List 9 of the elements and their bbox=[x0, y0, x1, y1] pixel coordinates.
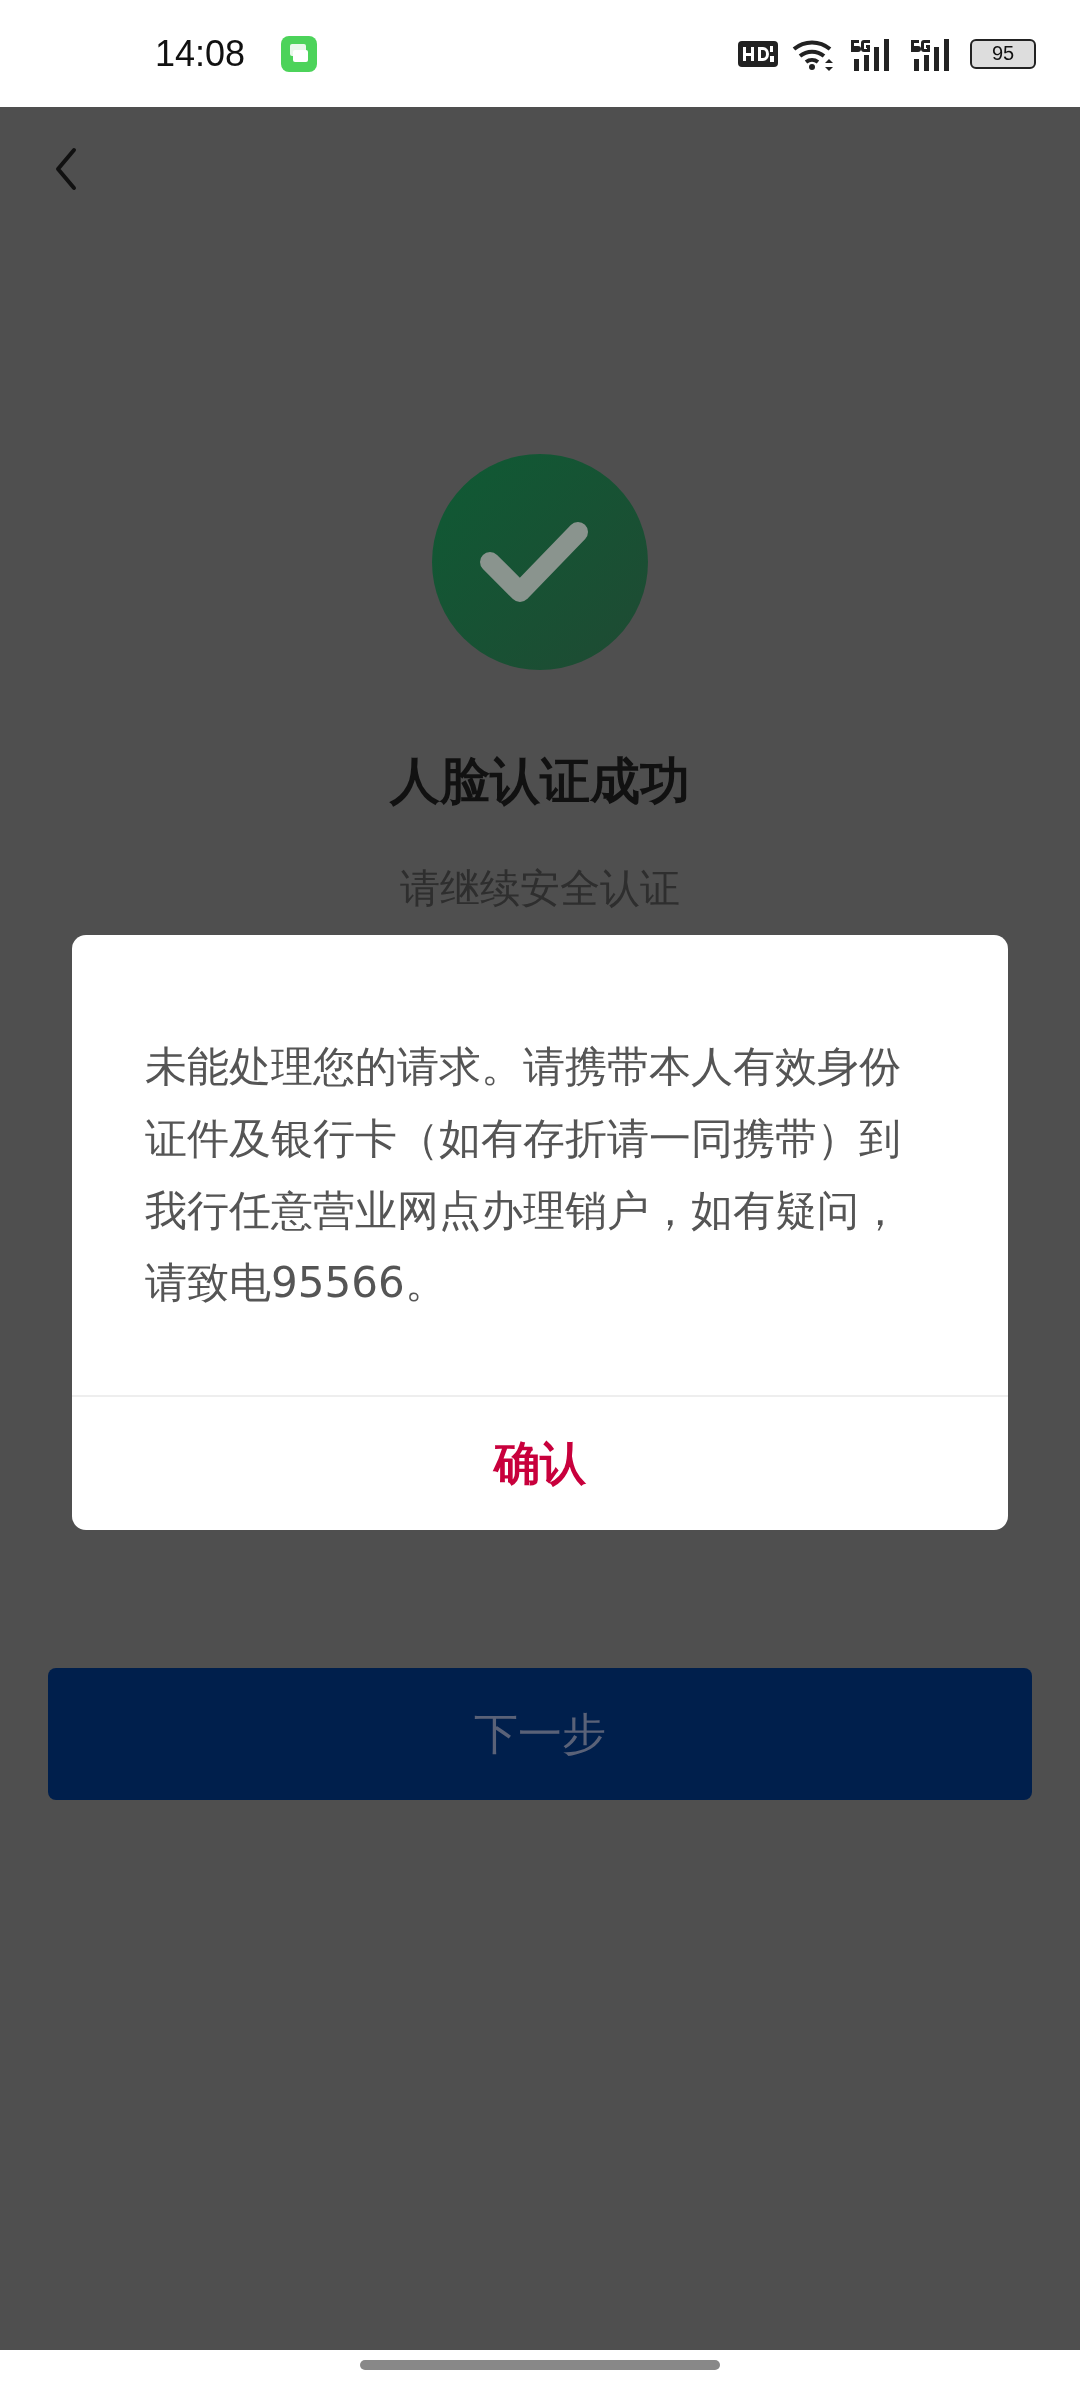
back-icon[interactable] bbox=[54, 147, 78, 191]
confirm-button[interactable]: 确认 bbox=[72, 1397, 1008, 1530]
success-check-icon bbox=[432, 454, 648, 670]
battery-level: 95 bbox=[991, 42, 1015, 65]
status-time: 14:08 bbox=[155, 32, 246, 75]
page-title: 人脸认证成功 bbox=[390, 751, 690, 812]
message-app-icon bbox=[281, 35, 318, 72]
dialog-message: 未能处理您的请求。请携带本人有效身份证件及银行卡（如有存折请一同携带）到我行任意营业网点办理销户，如有疑问，请致电95566。 bbox=[145, 1041, 902, 1309]
hd-icon bbox=[738, 40, 778, 67]
